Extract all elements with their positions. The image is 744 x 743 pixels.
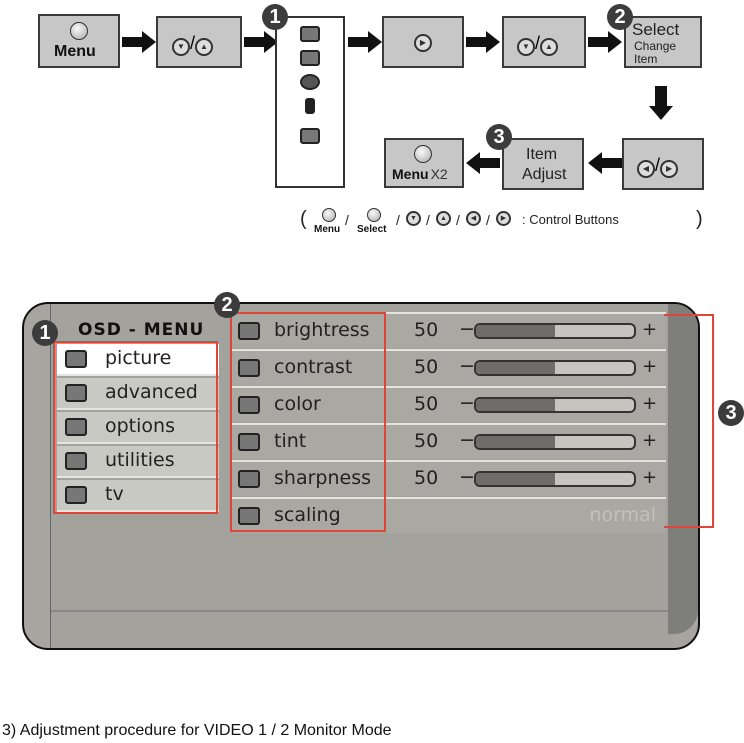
level-slider[interactable] [474,397,636,413]
paren-open: ( [300,208,307,230]
level-slider-fill [476,436,555,448]
separator: / [345,212,349,228]
level-slider[interactable] [474,360,636,376]
level-slider-fill [476,362,555,374]
increase-button[interactable]: + [642,467,657,488]
options-icon [300,74,320,90]
up-button-icon: ▲ [195,38,214,56]
arrow-down-icon [649,86,673,120]
legend-menu-label: Menu [314,224,341,235]
highlight-values [664,314,714,528]
arrow-right-icon [466,31,500,53]
increase-button[interactable]: + [642,319,657,340]
level-slider-fill [476,325,555,337]
separator: / [655,155,661,175]
highlight-categories [53,341,218,514]
increase-button[interactable]: + [642,356,657,377]
flow-left-right-box: ◀ / ▶ [622,138,704,190]
flow-up-down-box-2: ▼ / ▲ [502,16,586,68]
osd-item-value: 50 [414,467,439,489]
osd-item-value: 50 [414,430,439,452]
item-label: Item [526,146,558,163]
arrow-left-icon [466,152,500,174]
osd-item-setting: normal [589,504,656,526]
osd-item-value: 50 [414,319,439,341]
right-button-icon: ▶ [414,34,432,52]
osd-badge-3: 3 [718,400,744,426]
right-button-icon: ▶ [660,160,679,178]
up-button-icon: ▲ [540,38,559,56]
osd-item-value: 50 [414,393,439,415]
select-button-icon [367,208,381,222]
utilities-icon [305,98,315,114]
arrow-right-icon [244,31,278,53]
picture-icon [300,26,320,42]
flow-menu-x2-box: Menu X2 [384,138,464,188]
arrow-right-icon [348,31,382,53]
flow-select-box: Select Change Item [624,16,702,68]
legend-select-label: Select [357,224,387,235]
flow-right-box: ▶ [382,16,464,68]
left-button-icon: ◀ [466,211,481,226]
menu-button-icon [322,208,336,222]
flow-menu-box: Menu [38,14,120,68]
osd-badge-1: 1 [32,320,58,346]
highlight-items [230,312,386,532]
separator: / [456,212,460,228]
level-slider[interactable] [474,471,636,487]
increase-button[interactable]: + [642,393,657,414]
level-slider-fill [476,473,555,485]
step-badge-1: 1 [262,4,288,30]
times-two-label: X2 [430,166,448,182]
up-button-icon: ▲ [436,211,451,226]
arrow-left-icon [588,152,622,174]
left-button-icon: ◀ [637,160,655,178]
arrow-right-icon [122,31,156,53]
menu-button-icon [414,145,432,163]
level-slider[interactable] [474,434,636,450]
flow-menu-icons-box [275,16,345,188]
separator: / [535,33,541,53]
select-line3: Item [634,52,658,66]
flow-up-down-box: ▼ / ▲ [156,16,242,68]
separator: / [426,212,430,228]
down-button-icon: ▼ [406,211,421,226]
control-buttons-legend: ( Menu / Select / ▼ / ▲ / ◀ / ▶ : Contro… [300,206,710,240]
menu-label: Menu [54,43,96,60]
right-button-icon: ▶ [496,211,511,226]
osd-divider [51,610,673,612]
decrease-button[interactable]: − [459,392,475,414]
menu-button-icon [70,22,88,40]
control-buttons-label: : Control Buttons [522,212,619,227]
menu-label: Menu [392,166,429,182]
decrease-button[interactable]: − [459,355,475,377]
down-button-icon: ▼ [517,38,535,56]
osd-badge-2: 2 [214,292,240,318]
level-slider[interactable] [474,323,636,339]
select-title: Select [632,20,680,39]
arrow-right-icon [588,31,622,53]
select-line2: Change [634,39,677,53]
decrease-button[interactable]: − [459,466,475,488]
separator: / [486,212,490,228]
separator: / [190,33,196,53]
down-button-icon: ▼ [172,38,190,56]
step-badge-2: 2 [607,4,633,30]
advanced-icon [300,50,320,66]
osd-title: OSD - MENU [78,320,205,340]
decrease-button[interactable]: − [459,429,475,451]
increase-button[interactable]: + [642,430,657,451]
decrease-button[interactable]: − [459,318,475,340]
flow-item-adjust-box: Item Adjust [502,138,584,190]
caption: 3) Adjustment procedure for VIDEO 1 / 2 … [2,722,392,739]
separator: / [396,212,400,228]
osd-item-value: 50 [414,356,439,378]
level-slider-fill [476,399,555,411]
tv-icon [300,128,320,144]
step-badge-3: 3 [486,124,512,150]
adjust-label: Adjust [522,166,567,183]
paren-close: ) [696,208,703,230]
